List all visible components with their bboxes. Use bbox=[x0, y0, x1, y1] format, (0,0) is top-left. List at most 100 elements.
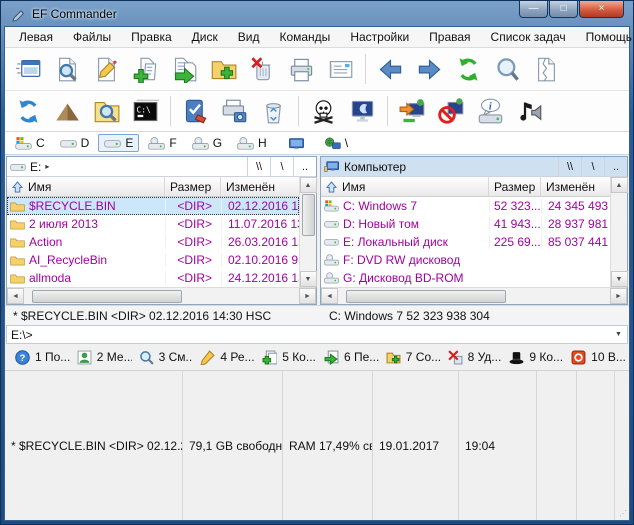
scroll-right-icon[interactable]: ► bbox=[610, 288, 627, 304]
right-vertical-scrollbar[interactable]: ▲ ▼ bbox=[610, 177, 628, 287]
print-screen-button[interactable] bbox=[215, 93, 254, 129]
scroll-up-icon[interactable]: ▲ bbox=[610, 177, 628, 193]
right-root-button[interactable]: \\ bbox=[558, 157, 581, 176]
recycle-bin-button[interactable] bbox=[254, 93, 293, 129]
view-file-button[interactable] bbox=[48, 51, 87, 87]
drive-row[interactable]: G: Дисковод BD-ROM bbox=[321, 269, 610, 287]
scroll-thumb[interactable] bbox=[346, 289, 506, 303]
file-row[interactable]: allmoda <DIR> 24.12.2016 13 bbox=[7, 269, 299, 287]
compare-button[interactable] bbox=[527, 51, 566, 87]
scroll-right-icon[interactable]: ► bbox=[299, 288, 316, 304]
drive-tab-d[interactable]: D bbox=[54, 134, 96, 152]
drive-info-button[interactable]: i bbox=[471, 93, 510, 129]
fkey-move-button[interactable]: 6 Пе... bbox=[317, 350, 379, 365]
fkey-commands-button[interactable]: 9 Ко... bbox=[502, 350, 564, 365]
audio-button[interactable] bbox=[510, 93, 549, 129]
file-row[interactable]: AI_RecycleBin <DIR> 02.10.2016 9: bbox=[7, 251, 299, 269]
right-col-name[interactable]: Имя bbox=[321, 177, 489, 196]
screensaver-button[interactable] bbox=[343, 93, 382, 129]
drive-tab-h[interactable]: H bbox=[231, 134, 273, 152]
file-row[interactable]: Action <DIR> 26.03.2016 15 bbox=[7, 233, 299, 251]
right-col-size[interactable]: Размер bbox=[489, 177, 541, 196]
scroll-up-icon[interactable]: ▲ bbox=[299, 177, 317, 193]
menu-tasklist[interactable]: Список задач bbox=[481, 28, 576, 46]
menu-view[interactable]: Вид bbox=[228, 28, 270, 46]
menu-settings[interactable]: Настройки bbox=[340, 28, 419, 46]
drive-tab-e[interactable]: E bbox=[98, 134, 140, 152]
fkey-edit-button[interactable]: 4 Ре... bbox=[193, 349, 255, 365]
left-root-button[interactable]: \\ bbox=[247, 157, 270, 176]
fkey-mkdir-button[interactable]: 7 Со... bbox=[379, 350, 441, 365]
fkey-help-button[interactable]: ? 1 По... bbox=[8, 349, 70, 365]
address-book-button[interactable] bbox=[321, 51, 360, 87]
left-horizontal-scrollbar[interactable]: ◄ ► bbox=[7, 287, 316, 304]
forward-button[interactable] bbox=[410, 51, 449, 87]
left-col-modified[interactable]: Изменён bbox=[221, 177, 299, 196]
maximize-button[interactable]: □ bbox=[549, 1, 578, 18]
left-parent-button[interactable]: .. bbox=[293, 157, 316, 176]
drive-tab-g[interactable]: G bbox=[186, 134, 228, 152]
back-button[interactable] bbox=[371, 51, 410, 87]
menu-disk[interactable]: Диск bbox=[182, 28, 228, 46]
file-row[interactable]: $RECYCLE.BIN <DIR> 02.12.2016 14 bbox=[7, 197, 299, 215]
edit-file-button[interactable] bbox=[87, 51, 126, 87]
scroll-left-icon[interactable]: ◄ bbox=[321, 288, 338, 304]
left-up-button[interactable]: \ bbox=[270, 157, 293, 176]
menu-files[interactable]: Файлы bbox=[63, 28, 121, 46]
file-row[interactable]: 2 июля 2013 <DIR> 11.07.2016 13 bbox=[7, 215, 299, 233]
fkey-copy-button[interactable]: 5 Ко... bbox=[255, 350, 317, 365]
desktop-tab[interactable] bbox=[282, 135, 311, 152]
fkey-view-button[interactable]: 3 См... bbox=[132, 350, 193, 365]
menu-right[interactable]: Правая bbox=[419, 28, 480, 46]
drive-row[interactable]: E: Локальный диск 225 69...85 037 441 024 bbox=[321, 233, 610, 251]
danger-skull-button[interactable] bbox=[304, 93, 343, 129]
pyramid-button[interactable] bbox=[48, 93, 87, 129]
move-files-button[interactable] bbox=[165, 51, 204, 87]
sync-button[interactable] bbox=[9, 93, 48, 129]
drive-row[interactable]: D: Новый том 41 943...28 937 981 952 bbox=[321, 215, 610, 233]
scroll-thumb[interactable] bbox=[301, 194, 315, 236]
refresh-button[interactable] bbox=[449, 51, 488, 87]
right-horizontal-scrollbar[interactable]: ◄ ► bbox=[321, 287, 627, 304]
left-col-size[interactable]: Размер bbox=[165, 177, 221, 196]
fkey-delete-button[interactable]: 8 Уд... bbox=[441, 349, 503, 365]
net-connect-button[interactable] bbox=[393, 93, 432, 129]
close-button[interactable]: × bbox=[579, 1, 624, 18]
scroll-down-icon[interactable]: ▼ bbox=[299, 271, 317, 287]
minimize-button[interactable]: — bbox=[519, 1, 548, 18]
left-vertical-scrollbar[interactable]: ▲ ▼ bbox=[299, 177, 317, 287]
run-window-button[interactable] bbox=[9, 51, 48, 87]
title-bar[interactable]: EF Commander — □ × bbox=[4, 1, 630, 26]
right-parent-button[interactable]: .. bbox=[604, 157, 627, 176]
print-button[interactable] bbox=[282, 51, 321, 87]
fkey-user-menu-button[interactable]: 2 Ме... bbox=[70, 350, 132, 365]
scroll-down-icon[interactable]: ▼ bbox=[610, 271, 628, 287]
menu-commands[interactable]: Команды bbox=[269, 28, 340, 46]
search-button[interactable] bbox=[488, 51, 527, 87]
drive-row[interactable]: F: DVD RW дисковод bbox=[321, 251, 610, 269]
fkey-exit-button[interactable]: 10 В... bbox=[564, 350, 626, 365]
right-path-bar[interactable]: Компьютер \\ \ .. bbox=[321, 157, 627, 177]
menu-edit[interactable]: Правка bbox=[121, 28, 182, 46]
left-col-name[interactable]: Имя bbox=[7, 177, 165, 196]
new-folder-button[interactable] bbox=[204, 51, 243, 87]
delete-button[interactable] bbox=[243, 51, 282, 87]
network-tab[interactable]: \ bbox=[318, 134, 354, 152]
drive-tab-f[interactable]: F bbox=[142, 134, 182, 152]
command-line[interactable]: E:\> ▼ bbox=[6, 325, 628, 344]
drive-tab-c[interactable]: C bbox=[9, 134, 51, 152]
scroll-left-icon[interactable]: ◄ bbox=[7, 288, 24, 304]
copy-files-button[interactable] bbox=[126, 51, 165, 87]
resize-grip-icon[interactable]: ⋰ bbox=[615, 371, 629, 520]
command-history-dropdown[interactable]: ▼ bbox=[610, 326, 627, 343]
menu-help[interactable]: Помощь bbox=[576, 28, 634, 46]
command-prompt-button[interactable]: C:\ bbox=[126, 93, 165, 129]
drive-row[interactable]: C: Windows 7 52 323...24 345 493 504 bbox=[321, 197, 610, 215]
scroll-thumb[interactable] bbox=[32, 289, 182, 303]
folder-search-button[interactable] bbox=[87, 93, 126, 129]
checklist-button[interactable] bbox=[176, 93, 215, 129]
net-disconnect-button[interactable] bbox=[432, 93, 471, 129]
left-path-bar[interactable]: E: ▸ \\ \ .. bbox=[7, 157, 316, 177]
right-up-button[interactable]: \ bbox=[581, 157, 604, 176]
menu-left[interactable]: Левая bbox=[9, 28, 63, 46]
